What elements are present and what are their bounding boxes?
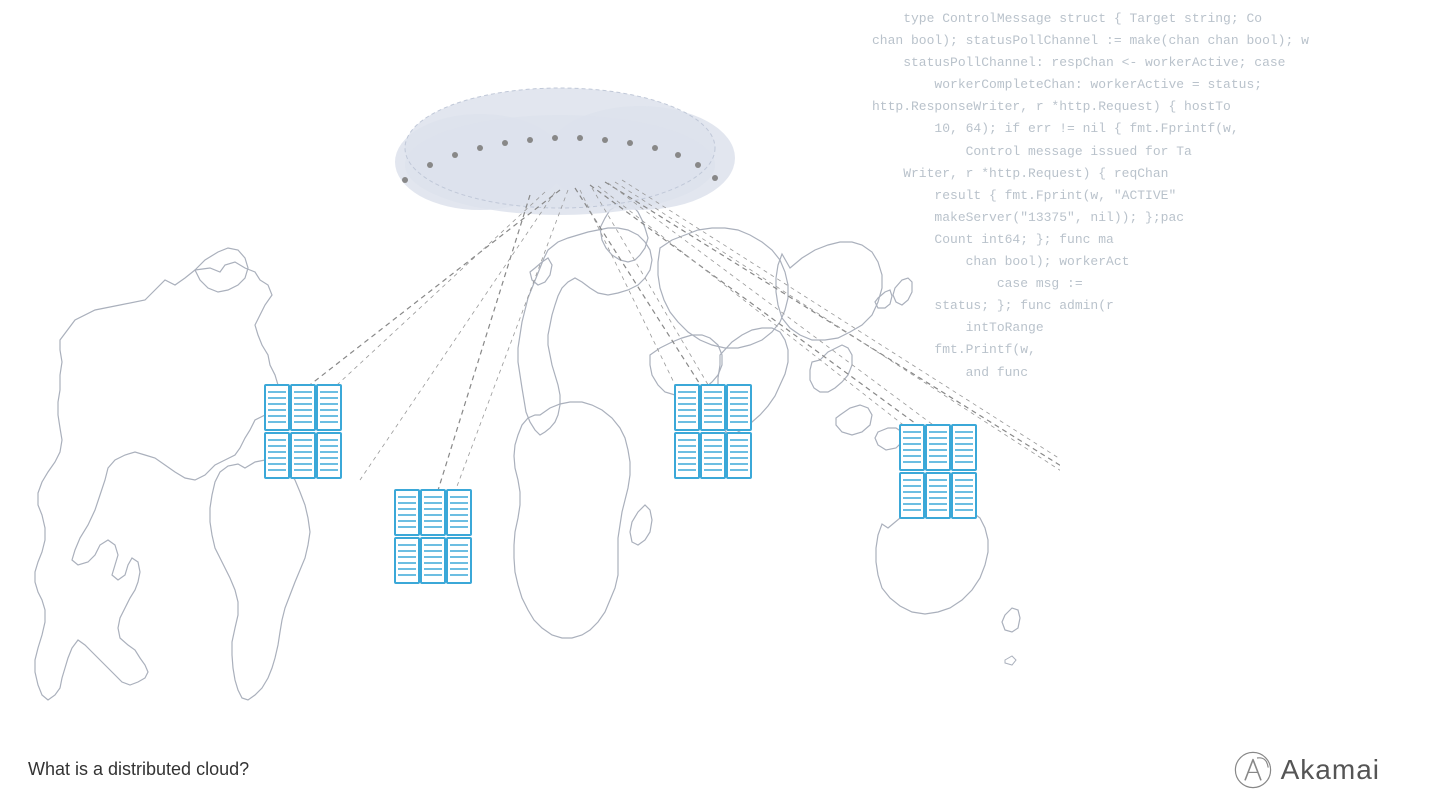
akamai-logo-text: Akamai	[1281, 754, 1380, 786]
connection-me	[590, 185, 938, 440]
cloud-shape	[395, 88, 735, 215]
connection-na-west	[297, 190, 560, 395]
connection-apac	[605, 182, 1060, 540]
connection-sa	[435, 195, 530, 500]
server-group-eu	[675, 385, 751, 478]
connection-eu	[575, 188, 710, 400]
server-group-sa	[395, 490, 471, 583]
world-map-svg	[0, 0, 1060, 750]
server-group-me	[900, 425, 976, 518]
akamai-logo: Akamai	[1233, 750, 1380, 790]
world-map	[35, 202, 1020, 700]
code-overlay: type ControlMessage struct { Target stri…	[860, 0, 1440, 810]
akamai-logo-icon	[1233, 750, 1273, 790]
server-group-na-west	[265, 385, 341, 478]
page-title: What is a distributed cloud?	[28, 759, 249, 780]
